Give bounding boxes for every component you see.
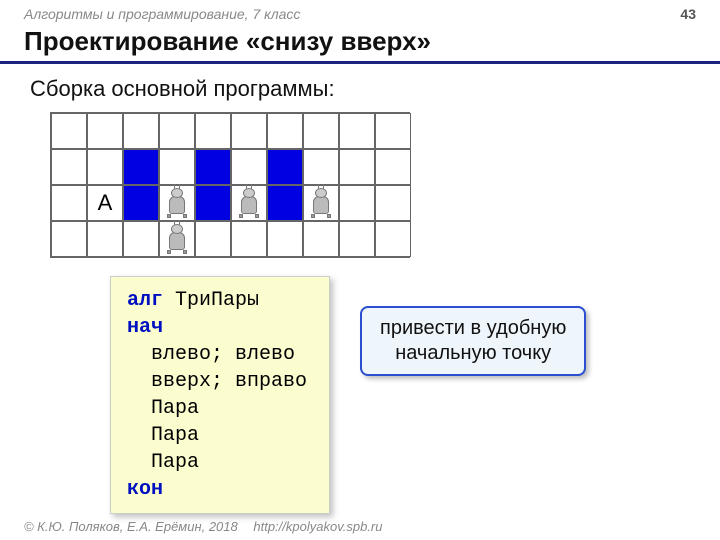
grid-cell — [375, 185, 411, 221]
grid-cell — [123, 221, 159, 257]
slide-title: Проектирование «снизу вверх» — [0, 24, 720, 64]
grid-cell — [303, 149, 339, 185]
grid-cell — [195, 149, 231, 185]
copyright: © К.Ю. Поляков, Е.А. Ерёмин, 2018 — [24, 519, 238, 534]
grid-cell — [195, 221, 231, 257]
callout-line: привести в удобную — [380, 316, 566, 341]
slide-subtitle: Сборка основной программы: — [0, 74, 720, 112]
grid-cell — [51, 185, 87, 221]
grid-cell — [195, 185, 231, 221]
callout-line: начальную точку — [380, 341, 566, 366]
grid-cell — [375, 113, 411, 149]
grid-cell — [267, 221, 303, 257]
grid-cell — [159, 149, 195, 185]
course-label: Алгоритмы и программирование, 7 класс — [24, 6, 300, 22]
grid-cell — [303, 221, 339, 257]
callout-note: привести в удобную начальную точку — [360, 306, 586, 376]
page-number: 43 — [680, 6, 696, 22]
grid-cell — [87, 149, 123, 185]
grid-cell: А — [87, 185, 123, 221]
grid-cell — [87, 113, 123, 149]
grid-cell — [267, 113, 303, 149]
grid-cell — [123, 149, 159, 185]
grid-cell — [267, 185, 303, 221]
slide-header: Алгоритмы и программирование, 7 класс 43 — [0, 0, 720, 24]
grid-cell — [303, 185, 339, 221]
grid-cell — [123, 185, 159, 221]
grid-cell — [267, 149, 303, 185]
grid-cell — [159, 113, 195, 149]
code-line: влево; влево — [127, 343, 295, 366]
code-line: вверх; вправо — [127, 370, 307, 393]
algo-name: ТриПары — [175, 289, 259, 312]
grid-cell — [339, 113, 375, 149]
grid-cell — [87, 221, 123, 257]
grid-cell — [159, 185, 195, 221]
grid-cell — [51, 221, 87, 257]
grid-cell — [339, 221, 375, 257]
grid-cell — [375, 221, 411, 257]
grid-cell — [123, 113, 159, 149]
keyword-alg: алг — [127, 289, 163, 312]
grid-cell — [195, 113, 231, 149]
grid-cell — [231, 113, 267, 149]
code-line: Пара — [127, 397, 199, 420]
footer-url: http://kpolyakov.spb.ru — [253, 519, 382, 534]
robot-icon — [236, 188, 262, 218]
keyword-begin: нач — [127, 316, 163, 339]
robot-icon — [308, 188, 334, 218]
grid-illustration: А — [50, 112, 720, 258]
grid-cell — [339, 149, 375, 185]
code-line: Пара — [127, 451, 199, 474]
grid-cell — [339, 185, 375, 221]
grid-cell — [375, 149, 411, 185]
grid-cell — [231, 221, 267, 257]
grid-cell — [51, 149, 87, 185]
grid-cell — [51, 113, 87, 149]
keyword-end: кон — [127, 478, 163, 501]
slide-footer: © К.Ю. Поляков, Е.А. Ерёмин, 2018 http:/… — [24, 519, 382, 534]
robot-icon — [164, 224, 190, 254]
grid-label-A: А — [98, 190, 113, 216]
grid-cell — [231, 185, 267, 221]
grid-cell — [159, 221, 195, 257]
code-line: Пара — [127, 424, 199, 447]
code-box: алг ТриПары нач влево; влево вверх; впра… — [110, 276, 330, 514]
grid-cell — [303, 113, 339, 149]
grid-cell — [231, 149, 267, 185]
robot-icon — [164, 188, 190, 218]
